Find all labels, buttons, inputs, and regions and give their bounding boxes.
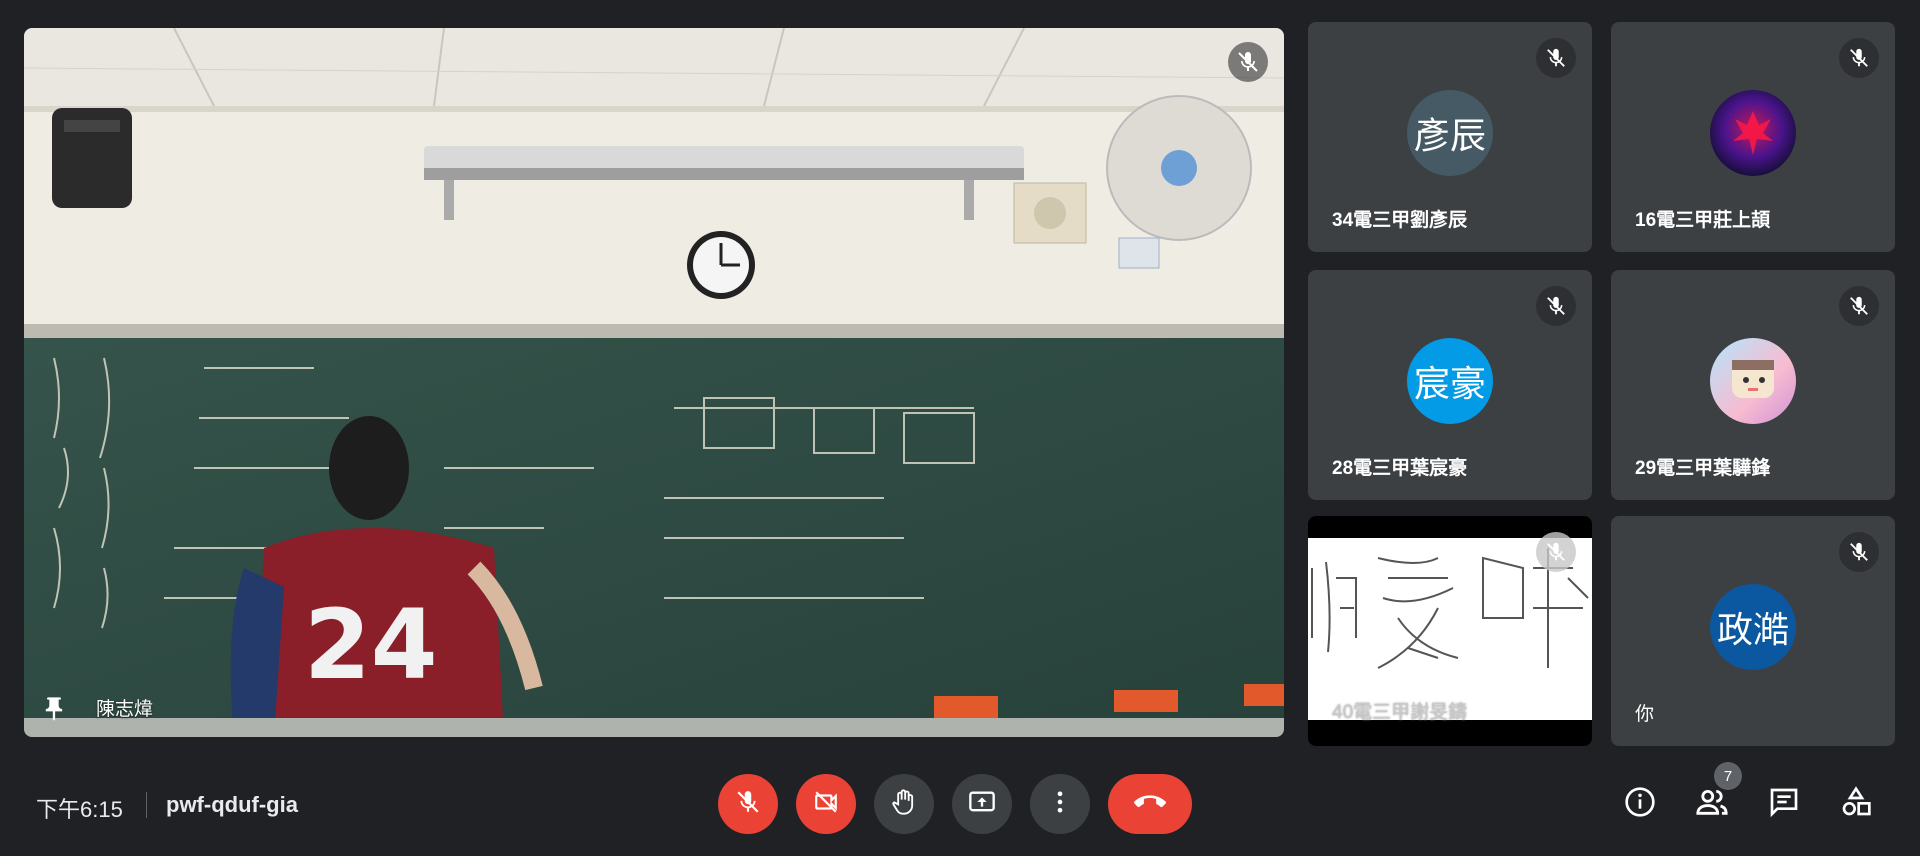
participant-tile[interactable]: 彥辰 34電三甲劉彥辰 [1308,22,1592,252]
activities-icon [1840,785,1872,823]
main-video-feed[interactable]: 24 陳志煒 [24,28,1284,737]
videocam-off-icon [813,789,839,820]
participant-tile[interactable]: 宸豪 28電三甲葉宸豪 [1308,270,1592,500]
mic-off-icon [735,789,761,820]
call-control-bar: 下午6:15 pwf-qduf-gia 7 [0,748,1920,856]
participant-name: 你 [1635,704,1655,725]
call-end-icon [1133,786,1166,823]
people-icon [1695,785,1729,824]
avatar: 宸豪 [1407,338,1493,424]
self-tile[interactable]: 政澔 你 [1611,516,1895,746]
participant-tile[interactable]: 29電三甲葉驊鋒 [1611,270,1895,500]
participant-tile[interactable]: 40電三甲謝旻鑄 [1308,516,1592,746]
chat-icon [1768,786,1800,823]
mic-off-icon [1536,532,1576,572]
meeting-time: 下午6:15 [36,797,123,822]
participant-name: 40電三甲謝旻鑄 [1332,702,1468,723]
participant-tile[interactable]: 16電三甲莊上頡 [1611,22,1895,252]
people-count-badge: 7 [1714,762,1742,790]
participant-name: 34電三甲劉彥辰 [1332,210,1468,231]
mic-off-icon [1536,38,1576,78]
info-icon [1624,786,1656,823]
avatar: 彥辰 [1407,90,1493,176]
more-vert-icon [1046,788,1074,821]
participant-name: 28電三甲葉宸豪 [1332,458,1468,479]
chat-button[interactable] [1762,782,1806,826]
raise-hand-button[interactable] [874,774,934,834]
mic-off-icon [1839,38,1879,78]
main-participant-name: 陳志煒 [96,699,154,720]
avatar-image [1710,90,1796,176]
activities-button[interactable] [1834,782,1878,826]
present-screen-icon [968,788,996,821]
avatar-image [1710,338,1796,424]
classroom-video-frame: 24 [24,28,1284,737]
participant-name: 29電三甲葉驊鋒 [1635,458,1771,479]
leave-call-button[interactable] [1108,774,1192,834]
mic-off-icon [1228,42,1268,82]
participant-name: 16電三甲莊上頡 [1635,210,1771,231]
camera-toggle-button[interactable] [796,774,856,834]
more-options-button[interactable] [1030,774,1090,834]
mic-off-icon [1536,286,1576,326]
mic-off-icon [1839,286,1879,326]
hand-icon [890,788,918,821]
meeting-info-button[interactable] [1618,782,1662,826]
svg-text:24: 24 [304,589,438,701]
divider [146,792,147,818]
pin-icon[interactable] [40,695,68,723]
avatar: 政澔 [1710,584,1796,670]
meeting-code: pwf-qduf-gia [166,792,298,817]
mic-toggle-button[interactable] [718,774,778,834]
mic-off-icon [1839,532,1879,572]
present-button[interactable] [952,774,1012,834]
